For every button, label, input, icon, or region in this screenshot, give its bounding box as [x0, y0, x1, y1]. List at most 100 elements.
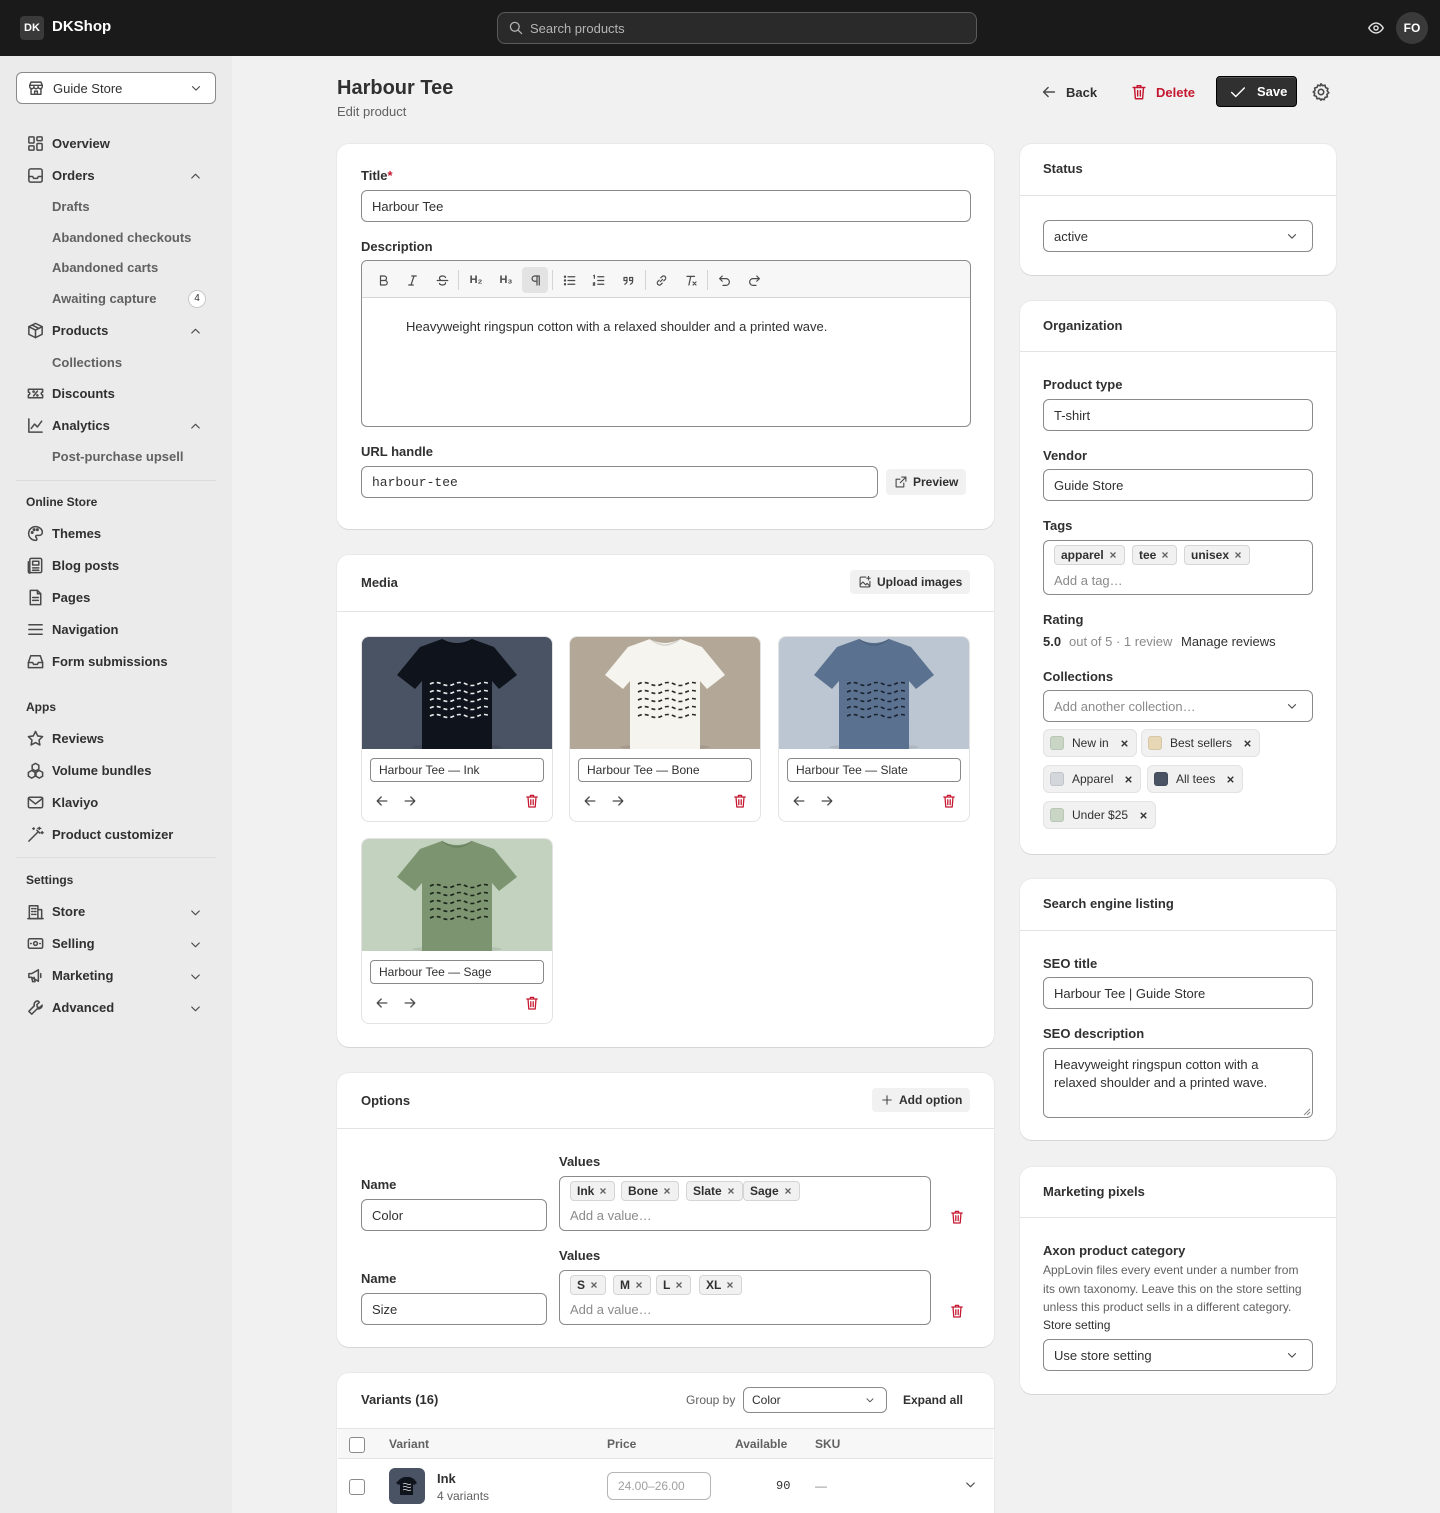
quote-button[interactable]	[615, 267, 641, 293]
media-alt-text-input[interactable]: Harbour Tee — Slate	[787, 758, 961, 782]
paragraph-button[interactable]	[522, 267, 548, 293]
chevron-up-icon[interactable]	[188, 169, 203, 184]
remove-x-icon[interactable]	[1233, 550, 1243, 560]
seo-title-input[interactable]: Harbour Tee | Guide Store	[1043, 977, 1313, 1009]
sidebar-item-collections[interactable]: Collections	[52, 355, 122, 370]
arrow-left-icon[interactable]	[791, 793, 807, 809]
chevron-down-icon[interactable]	[188, 905, 203, 920]
trash-icon[interactable]	[949, 1303, 965, 1319]
sidebar-item-reviews[interactable]: Reviews	[26, 726, 104, 750]
sidebar-item-advanced[interactable]: Advanced	[26, 995, 114, 1019]
variant-thumbnail[interactable]	[389, 1468, 425, 1504]
trash-icon[interactable]	[732, 793, 748, 809]
media-tile[interactable]: Harbour Tee — Bone	[569, 636, 761, 822]
add-option-button[interactable]: Add option	[872, 1088, 971, 1112]
bullet-list-button[interactable]	[556, 267, 582, 293]
product-image[interactable]	[570, 637, 760, 749]
variant-row-checkbox[interactable]	[349, 1479, 365, 1495]
arrow-right-icon[interactable]	[402, 995, 418, 1011]
chevron-down-icon[interactable]	[963, 1477, 978, 1492]
vendor-input[interactable]: Guide Store	[1043, 469, 1313, 501]
media-alt-text-input[interactable]: Harbour Tee — Bone	[578, 758, 752, 782]
italic-button[interactable]	[399, 267, 425, 293]
global-search-input[interactable]: Search products	[497, 12, 977, 44]
media-tile[interactable]: Harbour Tee — Slate	[778, 636, 970, 822]
sidebar-item-themes[interactable]: Themes	[26, 521, 101, 545]
sidebar-item-form-submissions[interactable]: Form submissions	[26, 649, 168, 673]
heading-2-button[interactable]: H₂	[463, 267, 489, 293]
chevron-up-icon[interactable]	[188, 419, 203, 434]
app-name[interactable]: DKShop	[52, 18, 111, 35]
axon-category-select[interactable]: Use store setting	[1043, 1339, 1313, 1371]
chevron-down-icon[interactable]	[188, 969, 203, 984]
arrow-left-icon[interactable]	[374, 793, 390, 809]
resize-handle-icon[interactable]	[1303, 1108, 1311, 1116]
remove-x-icon[interactable]	[726, 1186, 736, 1196]
sidebar-item-volume-bundles[interactable]: Volume bundles	[26, 758, 151, 782]
remove-x-icon[interactable]	[589, 1280, 599, 1290]
option-values-input[interactable]: Ink Bone Slate Sage Add a value…	[559, 1176, 931, 1231]
media-alt-text-input[interactable]: Harbour Tee — Sage	[370, 960, 544, 984]
remove-x-icon[interactable]	[1123, 774, 1134, 785]
back-button[interactable]: Back	[1040, 79, 1097, 105]
expand-all-button[interactable]: Expand all	[903, 1393, 963, 1407]
sidebar-item-analytics[interactable]: Analytics	[26, 413, 110, 437]
chevron-down-icon[interactable]	[188, 1001, 203, 1016]
redo-button[interactable]	[741, 267, 767, 293]
sidebar-item-product-customizer[interactable]: Product customizer	[26, 822, 173, 846]
product-image[interactable]	[362, 637, 552, 749]
upload-images-button[interactable]: Upload images	[850, 570, 971, 594]
collections-select[interactable]: Add another collection…	[1043, 690, 1313, 722]
save-button[interactable]: Save	[1216, 76, 1297, 107]
title-input[interactable]: Harbour Tee	[361, 190, 971, 222]
description-text[interactable]: Heavyweight ringspun cotton with a relax…	[406, 319, 827, 334]
strikethrough-button[interactable]	[429, 267, 455, 293]
sidebar-item-marketing[interactable]: Marketing	[26, 963, 113, 987]
sidebar-item-store-settings[interactable]: Store	[26, 899, 85, 923]
product-type-input[interactable]: T-shirt	[1043, 399, 1313, 431]
remove-x-icon[interactable]	[674, 1280, 684, 1290]
store-selector[interactable]: Guide Store	[16, 72, 216, 104]
sidebar-item-drafts[interactable]: Drafts	[52, 199, 90, 214]
seo-description-textarea[interactable]: Heavyweight ringspun cotton with a relax…	[1043, 1048, 1313, 1118]
user-avatar[interactable]: FO	[1396, 12, 1428, 44]
media-tile[interactable]: Harbour Tee — Sage	[361, 838, 553, 1024]
remove-x-icon[interactable]	[662, 1186, 672, 1196]
option-name-input[interactable]: Size	[361, 1293, 547, 1325]
product-image[interactable]	[362, 839, 552, 951]
media-tile[interactable]: Harbour Tee — Ink	[361, 636, 553, 822]
trash-icon[interactable]	[524, 793, 540, 809]
chevron-up-icon[interactable]	[188, 324, 203, 339]
option-values-input[interactable]: S M L XL Add a value…	[559, 1270, 931, 1325]
remove-x-icon[interactable]	[598, 1186, 608, 1196]
arrow-right-icon[interactable]	[610, 793, 626, 809]
numbered-list-button[interactable]	[585, 267, 611, 293]
arrow-right-icon[interactable]	[819, 793, 835, 809]
sidebar-item-overview[interactable]: Overview	[26, 131, 110, 155]
url-handle-input[interactable]: harbour-tee	[361, 466, 878, 498]
manage-reviews-link[interactable]: Manage reviews	[1181, 634, 1276, 649]
eye-icon[interactable]	[1367, 19, 1385, 37]
sidebar-item-pages[interactable]: Pages	[26, 585, 90, 609]
remove-x-icon[interactable]	[1138, 810, 1149, 821]
remove-x-icon[interactable]	[1160, 550, 1170, 560]
trash-icon[interactable]	[949, 1209, 965, 1225]
heading-3-button[interactable]: H₃	[493, 267, 519, 293]
remove-x-icon[interactable]	[634, 1280, 644, 1290]
chevron-down-icon[interactable]	[188, 937, 203, 952]
sidebar-item-navigation[interactable]: Navigation	[26, 617, 118, 641]
bold-button[interactable]	[370, 267, 396, 293]
link-button[interactable]	[648, 267, 674, 293]
sidebar-item-products[interactable]: Products	[26, 318, 108, 342]
clear-formatting-button[interactable]	[678, 267, 704, 293]
sidebar-item-discounts[interactable]: Discounts	[26, 381, 115, 405]
variant-price-input[interactable]: 24.00–26.00	[607, 1472, 711, 1500]
arrow-left-icon[interactable]	[374, 995, 390, 1011]
sidebar-item-blog-posts[interactable]: Blog posts	[26, 553, 119, 577]
gear-icon[interactable]	[1311, 82, 1331, 102]
sidebar-item-selling[interactable]: Selling	[26, 931, 95, 955]
sidebar-item-abandoned-carts[interactable]: Abandoned carts	[52, 260, 158, 275]
option-name-input[interactable]: Color	[361, 1199, 547, 1231]
undo-button[interactable]	[711, 267, 737, 293]
trash-icon[interactable]	[524, 995, 540, 1011]
